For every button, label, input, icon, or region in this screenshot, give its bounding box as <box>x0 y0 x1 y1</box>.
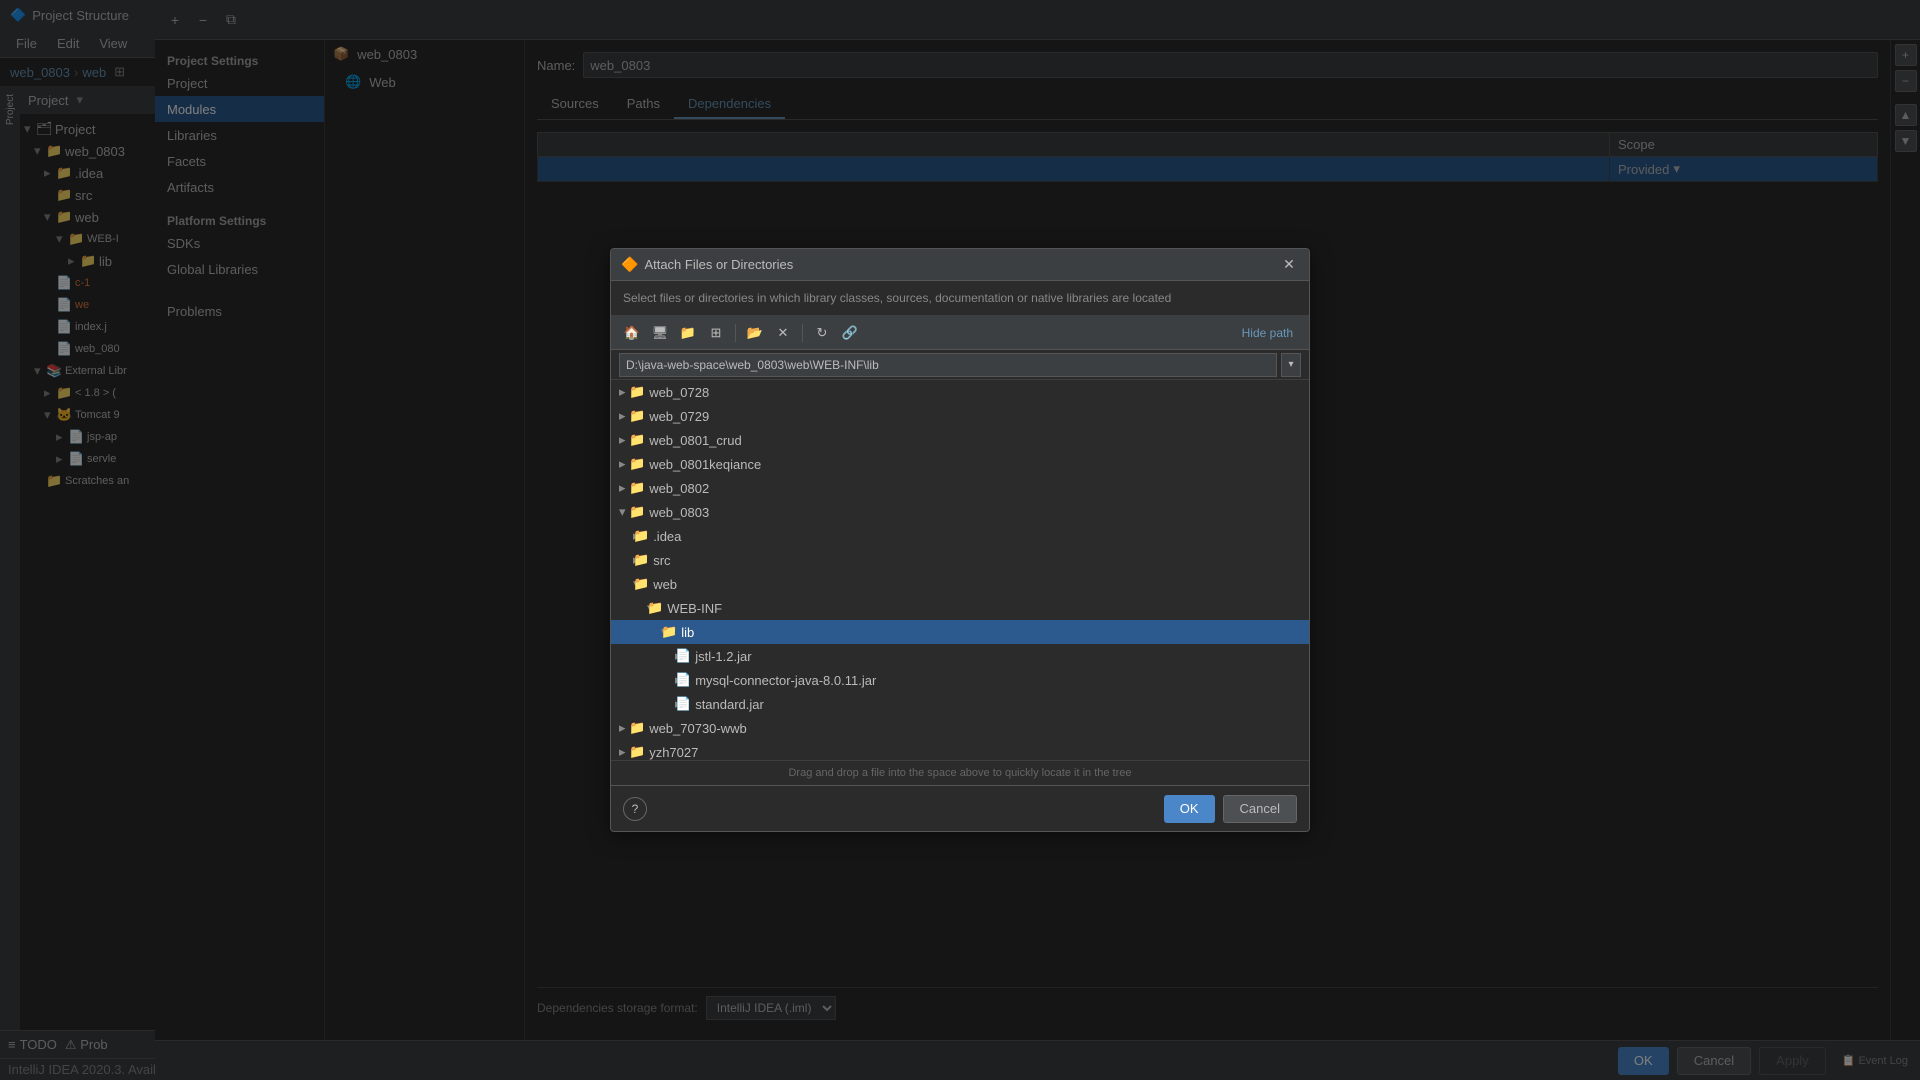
dialog-drag-hint: Drag and drop a file into the space abov… <box>611 760 1309 785</box>
dialog-title: Attach Files or Directories <box>644 257 1279 272</box>
home-button[interactable]: 🏠 <box>619 320 645 346</box>
dialog-path-bar: ▾ <box>611 350 1309 380</box>
dialog-actions: ? OK Cancel <box>611 785 1309 831</box>
dialog-tree: ▸📁web_0728 ▸📁web_0729 ▸📁web_0801_crud ▸📁… <box>611 380 1309 760</box>
dialog-subtitle: Select files or directories in which lib… <box>611 281 1309 316</box>
dialog-tree-web70730[interactable]: ▸📁web_70730-wwb <box>611 716 1309 740</box>
dialog-tree-web-inner[interactable]: ▾📁web <box>611 572 1309 596</box>
dialog-toolbar: 🏠 🖥 📁 ⊞ 📂 ✕ ↻ 🔗 Hide path <box>611 316 1309 350</box>
new-folder-button[interactable]: 📁 <box>675 320 701 346</box>
link-button[interactable]: 🔗 <box>837 320 863 346</box>
dialog-tree-jstl[interactable]: ▸📄jstl-1.2.jar <box>611 644 1309 668</box>
dialog-close-button[interactable]: ✕ <box>1279 255 1299 275</box>
dialog-tree-idea[interactable]: ▸📁.idea <box>611 524 1309 548</box>
delete-button[interactable]: ✕ <box>770 320 796 346</box>
dialog-tree-mysql[interactable]: ▸📄mysql-connector-java-8.0.11.jar <box>611 668 1309 692</box>
dialog-tree-web0802[interactable]: ▸📁web_0802 <box>611 476 1309 500</box>
toolbar-separator-1 <box>735 324 736 342</box>
dialog-tree-yzh7027[interactable]: ▸📁yzh7027 <box>611 740 1309 760</box>
dialog-actions-right: OK Cancel <box>1164 795 1297 823</box>
modal-overlay: 🔶 Attach Files or Directories ✕ Select f… <box>0 0 1920 1080</box>
refresh-button[interactable]: ↻ <box>809 320 835 346</box>
toolbar-separator-2 <box>802 324 803 342</box>
dialog-tree-lib[interactable]: ▾📁lib <box>611 620 1309 644</box>
dialog-tree-web0801crud[interactable]: ▸📁web_0801_crud <box>611 428 1309 452</box>
dialog-help-button[interactable]: ? <box>623 797 647 821</box>
desktop-button[interactable]: 🖥 <box>647 320 673 346</box>
dialog-tree-web0728[interactable]: ▸📁web_0728 <box>611 380 1309 404</box>
dialog-ok-button[interactable]: OK <box>1164 795 1215 823</box>
dialog-tree-standard[interactable]: ▸📄standard.jar <box>611 692 1309 716</box>
dialog-icon: 🔶 <box>621 256 638 273</box>
dialog-tree-web0801keq[interactable]: ▸📁web_0801keqiance <box>611 452 1309 476</box>
refresh-collapse-button[interactable]: 📂 <box>742 320 768 346</box>
expand-button[interactable]: ⊞ <box>703 320 729 346</box>
dialog-titlebar: 🔶 Attach Files or Directories ✕ <box>611 249 1309 281</box>
dialog-tree-web0729[interactable]: ▸📁web_0729 <box>611 404 1309 428</box>
dialog-cancel-button[interactable]: Cancel <box>1223 795 1297 823</box>
dialog-tree-web0803[interactable]: ▾📁web_0803 <box>611 500 1309 524</box>
attach-dialog: 🔶 Attach Files or Directories ✕ Select f… <box>610 248 1310 832</box>
path-input[interactable] <box>619 353 1277 377</box>
path-dropdown-button[interactable]: ▾ <box>1281 353 1301 377</box>
dialog-tree-webinf[interactable]: ▾📁WEB-INF <box>611 596 1309 620</box>
dialog-tree-src[interactable]: ▸📁src <box>611 548 1309 572</box>
hide-path-link[interactable]: Hide path <box>1242 326 1301 340</box>
